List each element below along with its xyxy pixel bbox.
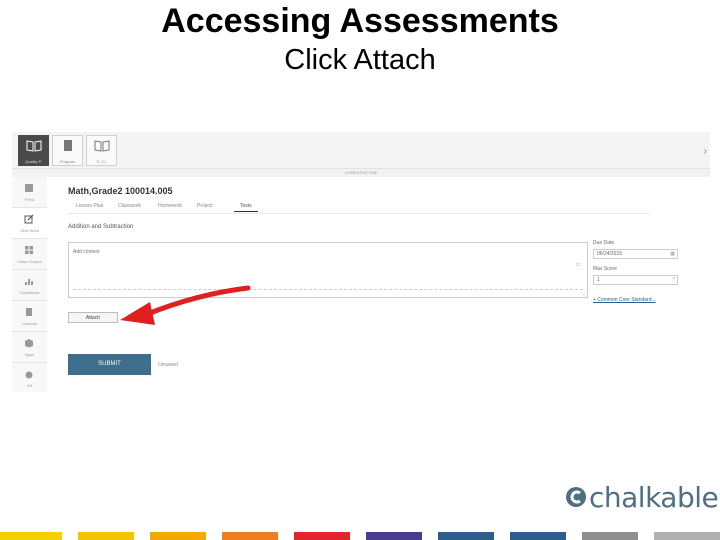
footer-strip [294,532,350,540]
footer-strip [78,532,134,540]
chalkable-logo-text: chalkable [589,481,719,514]
footer-strip [222,532,278,540]
slide-title: Accessing Assessments [161,2,559,40]
footer-strip [0,532,62,540]
footer-strip [150,532,206,540]
app-screenshot: Quality P. Program Tr. Cl. › COMPUTER ON… [12,132,710,392]
red-arrow-annotation [120,285,251,325]
footer-strip [654,532,720,540]
footer-strip [510,532,566,540]
slide-subtitle: Click Attach [284,44,436,76]
footer-strip [366,532,422,540]
chalkable-logo: chalkable [565,481,719,517]
footer-strip [582,532,638,540]
footer-strip [438,532,494,540]
chalkable-logo-icon [566,487,586,507]
